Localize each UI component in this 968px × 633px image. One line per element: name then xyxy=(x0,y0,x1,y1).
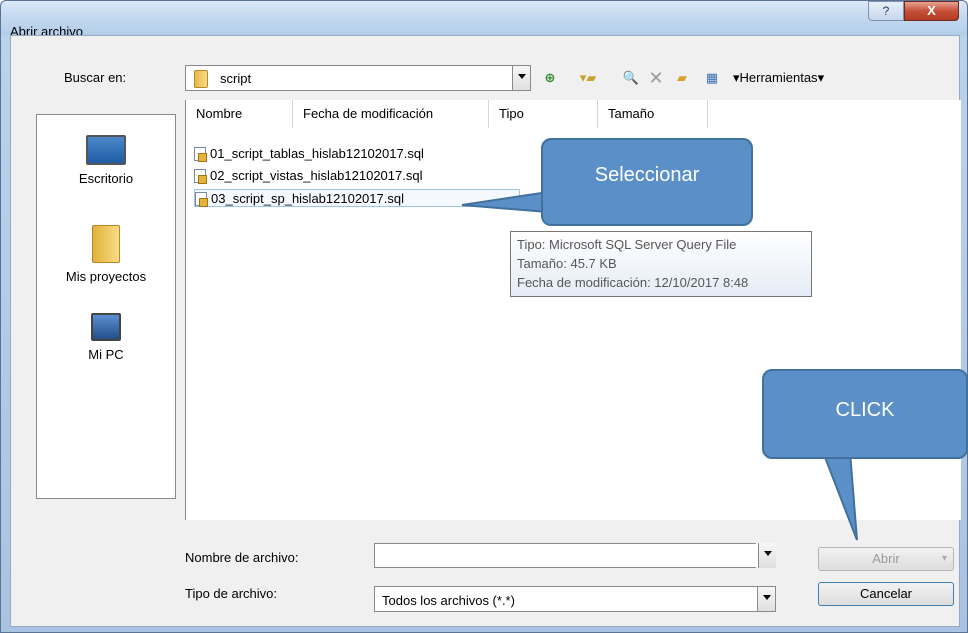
callout-pointers xyxy=(461,190,858,541)
tooltip-date: Fecha de modificación: 12/10/2017 8:48 xyxy=(517,275,749,290)
select-callout-pointer xyxy=(461,190,549,214)
file-tooltip: Tipo: Microsoft SQL Server Query File Ta… xyxy=(510,231,812,297)
click-callout-pointer xyxy=(821,451,858,541)
click-callout: CLICK xyxy=(762,369,968,459)
tooltip-size: Tamaño: 45.7 KB xyxy=(517,256,617,271)
select-callout: Seleccionar xyxy=(541,138,753,226)
tooltip-type: Tipo: Microsoft SQL Server Query File xyxy=(517,237,737,252)
